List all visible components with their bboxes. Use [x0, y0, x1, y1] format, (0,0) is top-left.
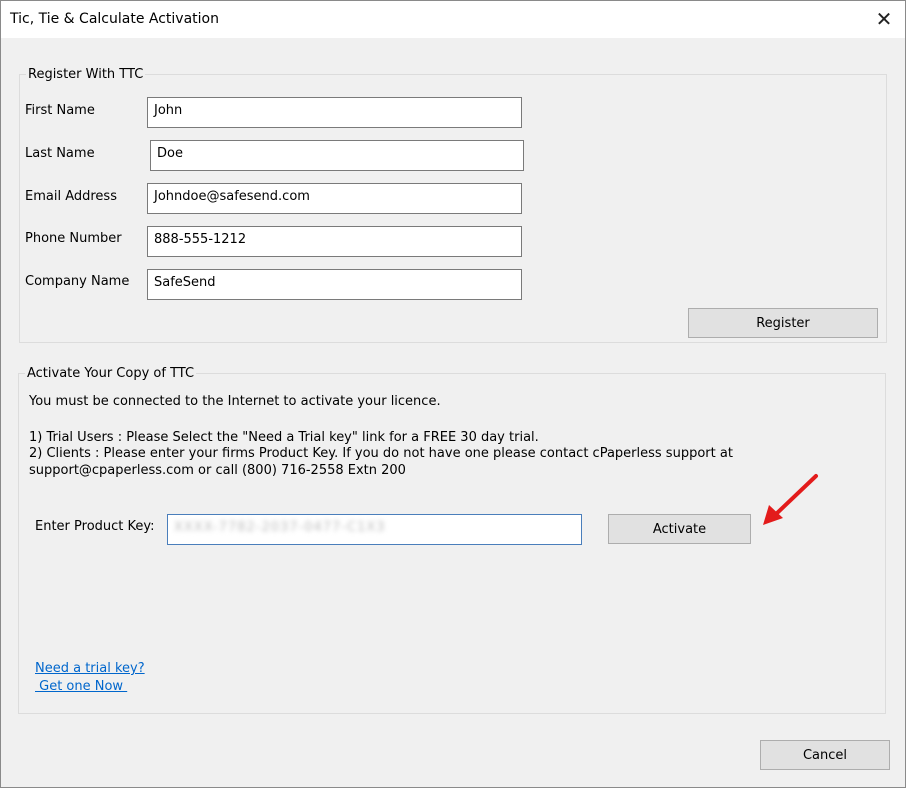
register-button[interactable]: Register — [688, 308, 878, 338]
red-arrow-icon — [763, 474, 818, 525]
activate-legend: Activate Your Copy of TTC — [27, 366, 195, 381]
phone-label: Phone Number — [25, 231, 122, 246]
email-label: Email Address — [25, 189, 117, 204]
cancel-button[interactable]: Cancel — [760, 740, 890, 770]
client-instructions: 2) Clients : Please enter your firms Pro… — [29, 446, 733, 478]
company-label: Company Name — [25, 274, 130, 289]
window-title: Tic, Tie & Calculate Activation — [10, 11, 219, 27]
last-name-field[interactable]: Doe — [150, 140, 524, 171]
product-key-value: XXXX-7782-2037-0477-C1X3 — [174, 520, 386, 535]
internet-notice: You must be connected to the Internet to… — [29, 394, 441, 409]
first-name-field[interactable]: John — [147, 97, 522, 128]
trial-key-link[interactable]: Need a trial key? — [35, 661, 145, 676]
product-key-label: Enter Product Key: — [35, 519, 155, 534]
activation-dialog: Tic, Tie & Calculate Activation ✕ Regist… — [0, 0, 906, 788]
trial-instructions: 1) Trial Users : Please Select the "Need… — [29, 430, 539, 445]
first-name-label: First Name — [25, 103, 95, 118]
get-one-now-link[interactable]: Get one Now — [35, 679, 127, 694]
email-field[interactable]: Johndoe@safesend.com — [147, 183, 522, 214]
activate-button[interactable]: Activate — [608, 514, 751, 544]
last-name-label: Last Name — [25, 146, 95, 161]
register-legend: Register With TTC — [28, 67, 144, 82]
title-bar: Tic, Tie & Calculate Activation ✕ — [1, 1, 905, 38]
phone-field[interactable]: 888-555-1212 — [147, 226, 522, 257]
company-field[interactable]: SafeSend — [147, 269, 522, 300]
close-icon[interactable]: ✕ — [869, 5, 899, 33]
product-key-field[interactable]: XXXX-7782-2037-0477-C1X3 — [167, 514, 582, 545]
